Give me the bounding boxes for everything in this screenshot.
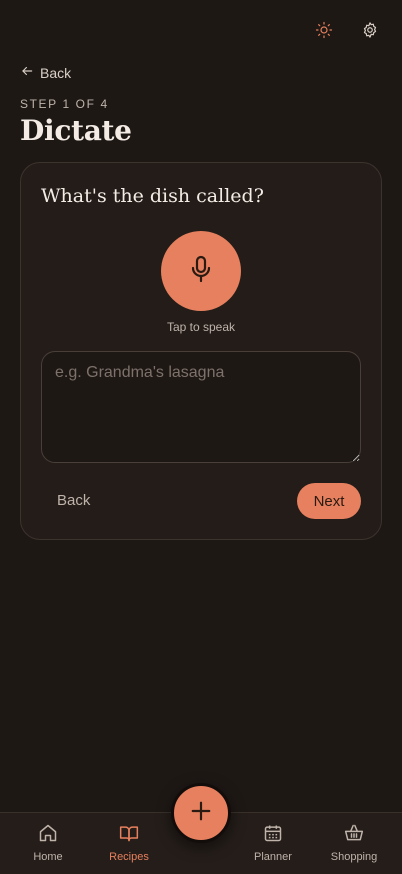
- microphone-icon: [189, 255, 213, 288]
- book-icon: [119, 823, 139, 846]
- arrow-left-icon: [20, 64, 34, 81]
- gear-icon[interactable]: [358, 18, 382, 42]
- dictation-card: What's the dish called? Tap to speak Bac…: [20, 162, 382, 540]
- add-recipe-button[interactable]: [171, 783, 231, 843]
- card-question: What's the dish called?: [41, 185, 264, 207]
- mic-button[interactable]: [161, 231, 241, 311]
- nav-label: Recipes: [109, 851, 149, 863]
- card-back-button[interactable]: Back: [57, 492, 90, 509]
- nav-item-planner[interactable]: Planner: [233, 823, 313, 863]
- next-button[interactable]: Next: [297, 483, 361, 519]
- top-toolbar: [312, 18, 382, 42]
- nav-label: Home: [33, 851, 63, 863]
- dish-name-input[interactable]: [41, 351, 361, 463]
- nav-label: Shopping: [330, 851, 378, 863]
- basket-icon: [344, 823, 364, 846]
- nav-label: Planner: [254, 851, 292, 863]
- nav-item-shopping[interactable]: Shopping: [314, 823, 394, 863]
- nav-item-recipes[interactable]: Recipes: [89, 823, 169, 863]
- back-link[interactable]: Back: [20, 64, 71, 81]
- home-icon: [38, 823, 58, 846]
- sun-icon[interactable]: [312, 18, 336, 42]
- mic-caption: Tap to speak: [166, 320, 236, 334]
- step-indicator: STEP 1 OF 4: [20, 97, 109, 111]
- page-title: Dictate: [20, 114, 132, 147]
- calendar-icon: [263, 823, 283, 846]
- nav-item-home[interactable]: Home: [8, 823, 88, 863]
- plus-icon: [190, 800, 212, 827]
- app-screen: Back STEP 1 OF 4 Dictate What's the dish…: [0, 0, 402, 874]
- back-link-label: Back: [40, 64, 72, 81]
